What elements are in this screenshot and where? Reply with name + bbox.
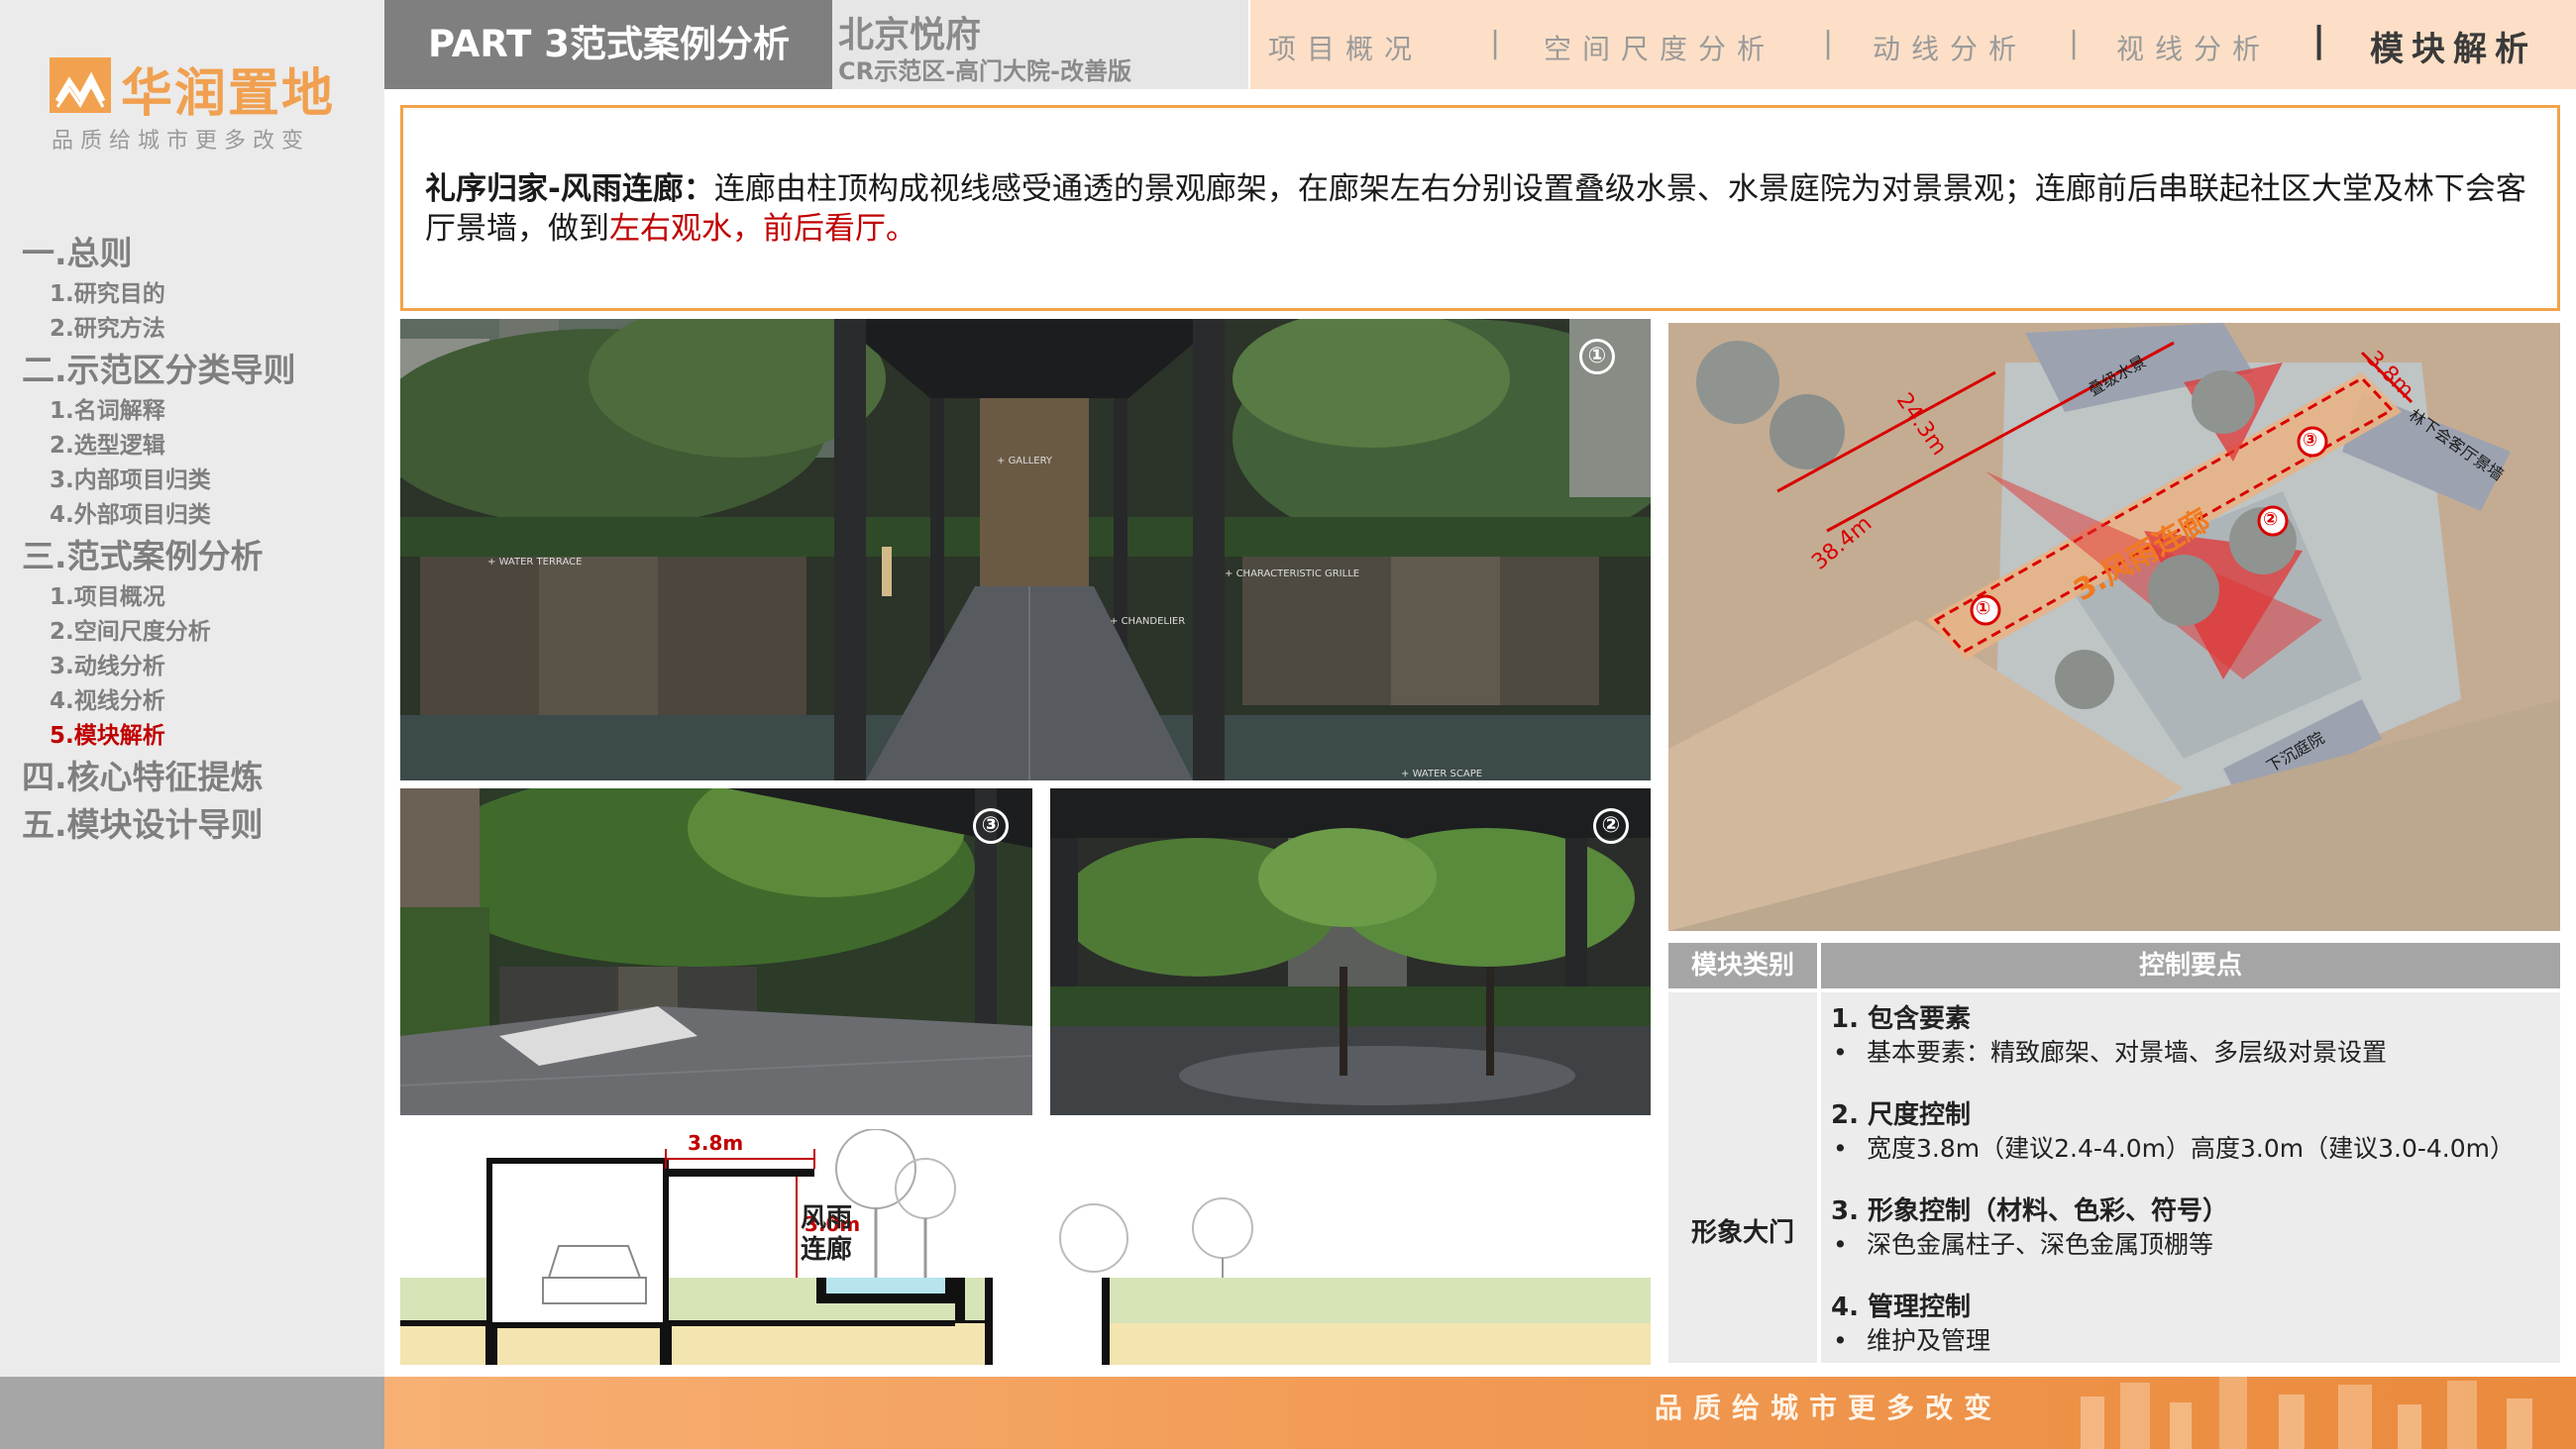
toc-item[interactable]: 1.研究目的 bbox=[22, 277, 378, 312]
corridor-photo-main-image bbox=[400, 319, 1651, 780]
control-point-item: 宽度3.8m（建议2.4-4.0m）高度3.0m（建议3.0-4.0m） bbox=[1831, 1132, 2554, 1166]
toc-section[interactable]: 三.范式案例分析 bbox=[22, 533, 378, 580]
control-point-title: 2. 尺度控制 bbox=[1831, 1100, 1972, 1130]
plan-marker-2: ② bbox=[2263, 509, 2279, 530]
table-header-points: 控制要点 bbox=[1821, 943, 2560, 988]
section-drawing-image bbox=[400, 1128, 1651, 1365]
logo-mark-icon bbox=[50, 57, 111, 113]
control-point-title: 4. 管理控制 bbox=[1831, 1293, 1972, 1322]
toc-item[interactable]: 4.视线分析 bbox=[22, 684, 378, 719]
brand-slogan: 品质给城市更多改变 bbox=[52, 129, 311, 154]
nav-item-sightline[interactable]: 视线分析 bbox=[2116, 28, 2271, 67]
project-subtitle: CR示范区-高门大院-改善版 bbox=[838, 57, 1132, 85]
sidebar: 华润置地 品质给城市更多改变 一.总则 1.研究目的 2.研究方法 二.示范区分类导则… bbox=[0, 0, 384, 1449]
table-of-contents: 一.总则 1.研究目的 2.研究方法 二.示范区分类导则 1.名词解释 2.选型逻辑 3.内… bbox=[22, 230, 378, 849]
photo-tag-gallery: + GALLERY bbox=[997, 456, 1053, 466]
toc-item[interactable]: 4.外部项目归类 bbox=[22, 498, 378, 533]
nav-item-module-analysis[interactable]: 模块解析 bbox=[2370, 22, 2536, 70]
project-name: 北京悦府 bbox=[838, 15, 982, 55]
footer-slogan: 品质给城市更多改变 bbox=[1655, 1392, 2003, 1424]
corridor-photo-main: + GALLERY + WATER TERRACE + CHARACTERIST… bbox=[400, 319, 1651, 780]
control-points-table: 模块类别 控制要点 形象大门 1. 包含要素基本要素：精致廊架、对景墙、多层级对… bbox=[1668, 943, 2560, 1363]
toc-section[interactable]: 五.模块设计导则 bbox=[22, 801, 378, 849]
corridor-photo-left: ③ bbox=[400, 788, 1032, 1115]
nav-separator: | bbox=[2069, 26, 2080, 60]
footer-left-bar bbox=[0, 1377, 384, 1449]
toc-item[interactable]: 2.选型逻辑 bbox=[22, 429, 378, 464]
plan-marker-3: ③ bbox=[2303, 430, 2318, 451]
brand-name: 华润置地 bbox=[121, 64, 336, 124]
corridor-photo-right-image bbox=[1050, 788, 1651, 1115]
nav-separator: | bbox=[2312, 20, 2326, 60]
toc-item[interactable]: 2.空间尺度分析 bbox=[22, 615, 378, 650]
table-cell-type: 形象大门 bbox=[1668, 992, 1817, 1363]
skyline-icon bbox=[2081, 1377, 2532, 1449]
nav-separator: | bbox=[1823, 26, 1834, 60]
section-label: 风雨 连廊 bbox=[801, 1202, 852, 1266]
control-point-item: 维护及管理 bbox=[1831, 1324, 2554, 1358]
part-banner: PART 3范式案例分析 bbox=[384, 0, 832, 89]
nav-separator: | bbox=[1490, 26, 1501, 60]
photo-tag-grille: + CHARACTERISTIC GRILLE bbox=[1225, 569, 1360, 579]
control-point-title: 1. 包含要素 bbox=[1831, 1004, 1972, 1034]
project-title-box: 北京悦府 CR示范区-高门大院-改善版 bbox=[832, 0, 1248, 89]
corridor-photo-right: ② bbox=[1050, 788, 1651, 1115]
control-point-item: 深色金属柱子、深色金属顶棚等 bbox=[1831, 1228, 2554, 1262]
section-label-line1: 风雨 bbox=[801, 1203, 853, 1233]
table-header-type: 模块类别 bbox=[1668, 943, 1817, 988]
toc-item[interactable]: 1.项目概况 bbox=[22, 580, 378, 615]
toc-item[interactable]: 5.模块解析 bbox=[22, 719, 378, 754]
nav-item-overview[interactable]: 项目概况 bbox=[1268, 28, 1423, 67]
brand-logo: 华润置地 品质给城市更多改变 bbox=[50, 52, 347, 160]
photo-number-badge: ① bbox=[1579, 339, 1615, 374]
toc-item[interactable]: 3.动线分析 bbox=[22, 650, 378, 684]
photo-number-badge: ② bbox=[1593, 808, 1629, 844]
photo-tag-water-terrace: + WATER TERRACE bbox=[487, 557, 583, 568]
control-point-title: 3. 形象控制（材料、色彩、符号） bbox=[1831, 1196, 2229, 1226]
photo-tag-water-scape: + WATER SCAPE bbox=[1401, 769, 1483, 779]
toc-item[interactable]: 2.研究方法 bbox=[22, 312, 378, 347]
nav-item-circulation[interactable]: 动线分析 bbox=[1873, 28, 2027, 67]
photo-number-badge: ③ bbox=[973, 808, 1009, 844]
toc-item[interactable]: 3.内部项目归类 bbox=[22, 464, 378, 498]
intro-box: 礼序归家-风雨连廊：连廊由柱顶构成视线感受通透的景观廊架，在廊架左右分别设置叠级… bbox=[400, 105, 2560, 311]
footer-bar bbox=[384, 1377, 2576, 1449]
toc-item[interactable]: 1.名词解释 bbox=[22, 394, 378, 429]
intro-lead: 礼序归家-风雨连廊： bbox=[425, 171, 714, 207]
table-row-type: 形象大门 bbox=[1690, 1218, 1794, 1248]
corridor-section-drawing: 3.8m 3.0m 风雨 连廊 bbox=[400, 1128, 1651, 1365]
section-dimension-width: 3.8m bbox=[688, 1131, 744, 1155]
control-point-item: 基本要素：精致廊架、对景墙、多层级对景设置 bbox=[1831, 1036, 2554, 1070]
intro-text: 礼序归家-风雨连廊：连廊由柱顶构成视线感受通透的景观廊架，在廊架左右分别设置叠级… bbox=[425, 169, 2535, 249]
intro-highlight: 左右观水，前后看厅。 bbox=[609, 211, 916, 247]
photo-tag-chandelier: + CHANDELIER bbox=[1110, 616, 1186, 627]
plan-marker-1: ① bbox=[1976, 598, 1991, 619]
section-nav: 项目概况 | 空间尺度分析 | 动线分析 | 视线分析 | 模块解析 bbox=[1250, 0, 2576, 89]
corridor-photo-left-image bbox=[400, 788, 1032, 1115]
control-points-list: 1. 包含要素基本要素：精致廊架、对景墙、多层级对景设置 2. 尺度控制宽度3.8… bbox=[1831, 1002, 2554, 1387]
toc-section[interactable]: 一.总则 bbox=[22, 230, 378, 277]
nav-item-spatial-scale[interactable]: 空间尺度分析 bbox=[1544, 28, 1775, 67]
site-axonometric-plan: ① ② ③ 3.风雨连廊 24.3m 38.4m 3.8m 叠级水景 林下会客厅… bbox=[1668, 323, 2560, 931]
section-label-line2: 连廊 bbox=[801, 1235, 853, 1265]
toc-section[interactable]: 二.示范区分类导则 bbox=[22, 347, 378, 394]
toc-section[interactable]: 四.核心特征提炼 bbox=[22, 754, 378, 801]
